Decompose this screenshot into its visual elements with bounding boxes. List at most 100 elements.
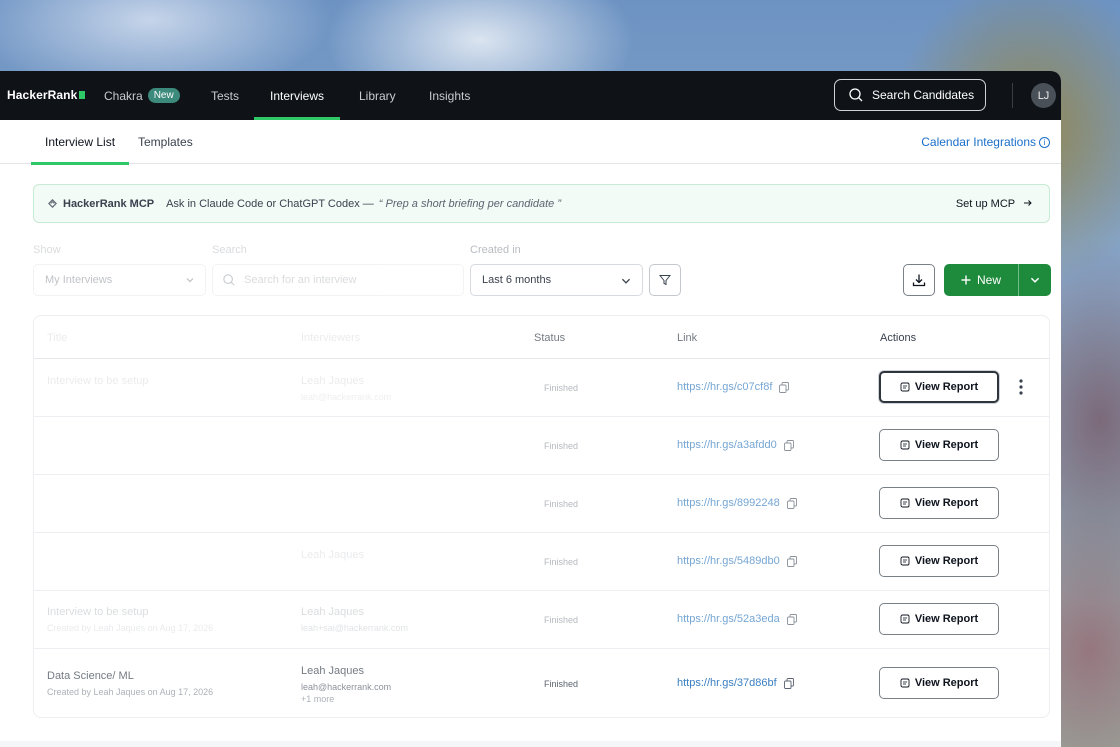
- title-text: Data Science/ ML: [47, 670, 134, 682]
- view-report-label: View Report: [914, 613, 979, 625]
- top-nav: HackerRank Chakra New Tests Interviews L…: [0, 71, 1061, 120]
- tab-templates[interactable]: Templates: [138, 120, 193, 164]
- info-icon: i: [1039, 136, 1050, 148]
- mcp-icon: [48, 199, 57, 208]
- copy-icon[interactable]: [783, 677, 794, 689]
- interview-link[interactable]: https://hr.gs/a3afdd0: [677, 439, 794, 451]
- view-report-button[interactable]: View Report: [879, 487, 999, 519]
- mcp-title: HackerRank MCP: [63, 197, 155, 210]
- interview-link[interactable]: https://hr.gs/8992248: [677, 497, 797, 509]
- link-text: https://hr.gs/37d86bf: [677, 677, 777, 689]
- status-text: Finished: [544, 615, 579, 625]
- report-icon: [900, 556, 910, 566]
- view-report-label: View Report: [914, 497, 979, 509]
- column-interviewers: Interviewers: [301, 331, 361, 344]
- row-title[interactable]: Data Science/ ML Created by Leah Jaques …: [47, 670, 213, 697]
- row-interviewers: Leah Jaques leah+sai@hackerrank.com: [301, 606, 408, 633]
- show-select[interactable]: My Interviews: [33, 264, 206, 296]
- nav-item-tests[interactable]: Tests: [211, 71, 239, 120]
- copy-icon[interactable]: [786, 555, 797, 567]
- show-select-value: My Interviews: [45, 274, 113, 286]
- column-status: Status: [534, 331, 566, 344]
- show-label: Show: [33, 244, 61, 256]
- nav-item-insights[interactable]: Insights: [429, 71, 470, 120]
- link-text: https://hr.gs/8992248: [677, 497, 780, 509]
- table-row: Interview to be setup Leah Jaques leah@h…: [34, 359, 1049, 417]
- chevron-down-icon: [1030, 277, 1040, 283]
- brand-mark-icon: [79, 91, 86, 99]
- setup-mcp-label: Set up MCP: [955, 197, 1015, 210]
- title-text: Interview to be setup: [47, 606, 149, 618]
- avatar[interactable]: LJ: [1031, 83, 1056, 108]
- chevron-down-icon: [186, 278, 194, 283]
- interview-link[interactable]: https://hr.gs/52a3eda: [677, 613, 797, 625]
- report-icon: [900, 498, 910, 508]
- row-title[interactable]: Interview to be setup Created by Leah Ja…: [47, 606, 213, 633]
- brand-name: HackerRank: [7, 88, 78, 102]
- nav-item-label: Tests: [211, 88, 240, 103]
- search-icon: [849, 88, 863, 102]
- interviewer-email: leah+sai@hackerrank.com: [301, 623, 408, 633]
- view-report-button[interactable]: View Report: [879, 603, 999, 635]
- nav-item-library[interactable]: Library: [359, 71, 396, 120]
- interview-link[interactable]: https://hr.gs/37d86bf: [677, 677, 794, 689]
- filter-icon: [659, 275, 671, 286]
- copy-icon[interactable]: [786, 613, 797, 625]
- mcp-prompt: Ask in Claude Code or ChatGPT Codex —: [166, 197, 374, 210]
- title-subtext: Created by Leah Jaques on Aug 17, 2026: [47, 623, 214, 633]
- brand-logo[interactable]: HackerRank: [7, 88, 86, 102]
- created-in-select[interactable]: Last 6 months: [470, 264, 643, 296]
- table-row: Finished https://hr.gs/8992248 View Repo…: [34, 475, 1049, 533]
- interviewer-name: Leah Jaques: [301, 549, 364, 561]
- view-report-button[interactable]: View Report: [879, 545, 999, 577]
- window-bottom-edge: [0, 741, 1061, 747]
- interview-link[interactable]: https://hr.gs/c07cf8f: [677, 381, 790, 393]
- nav-divider: [1012, 83, 1013, 108]
- more-interviewers[interactable]: +1 more: [301, 694, 391, 704]
- sub-tabs: Interview List Templates Calendar Integr…: [0, 120, 1061, 165]
- column-link: Link: [677, 331, 698, 344]
- view-report-button[interactable]: View Report: [879, 371, 999, 403]
- new-button-dropdown[interactable]: [1019, 264, 1051, 296]
- copy-icon[interactable]: [779, 381, 790, 393]
- interview-link[interactable]: https://hr.gs/5489db0: [677, 555, 797, 567]
- search-placeholder: Search for an interview: [244, 274, 357, 286]
- view-report-label: View Report: [914, 439, 979, 451]
- interview-search-input[interactable]: Search for an interview: [212, 264, 464, 296]
- filter-button[interactable]: [649, 264, 681, 296]
- title-text: Interview to be setup: [47, 375, 149, 387]
- row-interviewers: Leah Jaques: [301, 549, 364, 561]
- view-report-button[interactable]: View Report: [879, 667, 999, 699]
- row-title[interactable]: Interview to be setup: [47, 375, 149, 387]
- plus-icon: [961, 275, 971, 285]
- table-row: Leah Jaques Finished https://hr.gs/5489d…: [34, 533, 1049, 591]
- chevron-down-icon: [621, 278, 631, 284]
- nav-item-chakra[interactable]: Chakra New: [104, 71, 180, 120]
- new-button-label: New: [976, 273, 1001, 287]
- table-row: Interview to be setup Created by Leah Ja…: [34, 591, 1049, 649]
- status-text: Finished: [544, 383, 579, 393]
- link-text: https://hr.gs/52a3eda: [677, 613, 780, 625]
- nav-item-interviews[interactable]: Interviews: [254, 71, 340, 120]
- copy-icon[interactable]: [786, 497, 797, 509]
- tab-label: Templates: [138, 135, 193, 149]
- title-subtext: Created by Leah Jaques on Aug 17, 2026: [47, 687, 214, 697]
- calendar-integrations-link[interactable]: Calendar Integrations i: [921, 120, 1050, 164]
- report-icon: [900, 440, 910, 450]
- nav-item-label: Interviews: [269, 88, 325, 103]
- link-text: https://hr.gs/c07cf8f: [677, 381, 773, 393]
- setup-mcp-link[interactable]: Set up MCP: [956, 198, 1033, 210]
- report-icon: [900, 382, 910, 392]
- search-candidates-button[interactable]: Search Candidates: [834, 79, 986, 111]
- copy-icon[interactable]: [783, 439, 794, 451]
- new-button-main[interactable]: New: [944, 264, 1018, 296]
- download-icon: [912, 274, 926, 287]
- new-interview-button[interactable]: New: [944, 264, 1051, 296]
- kebab-icon[interactable]: [1019, 379, 1023, 395]
- app-window: HackerRank Chakra New Tests Interviews L…: [0, 71, 1061, 747]
- download-button[interactable]: [903, 264, 935, 296]
- view-report-label: View Report: [914, 555, 979, 567]
- view-report-button[interactable]: View Report: [879, 429, 999, 461]
- link-text: https://hr.gs/5489db0: [677, 555, 780, 567]
- tab-interview-list[interactable]: Interview List: [30, 120, 130, 165]
